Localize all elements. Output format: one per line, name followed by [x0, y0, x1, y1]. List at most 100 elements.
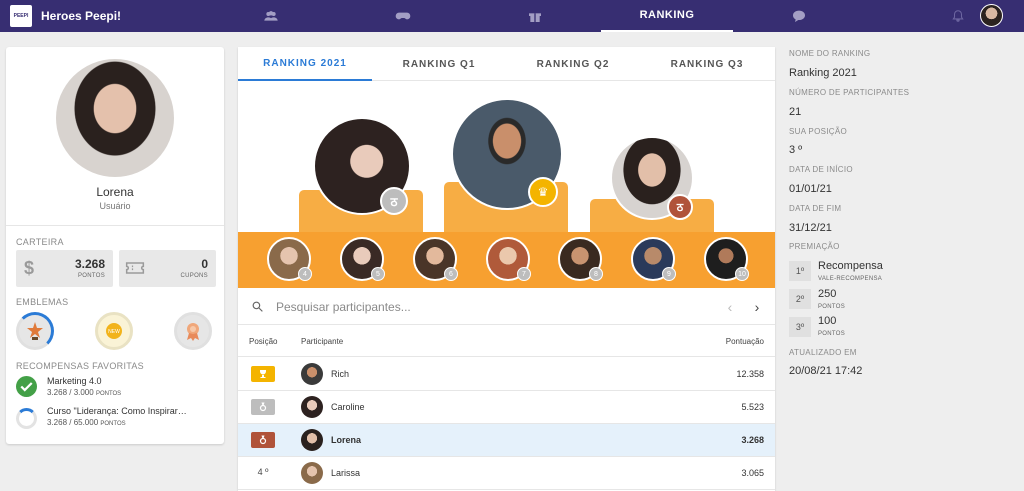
prize-title-3: 100 — [818, 315, 837, 327]
runner-avatar[interactable]: 4 — [267, 237, 312, 281]
emblems-label: EMBLEMAS — [16, 297, 69, 307]
profile-role: Usuário — [99, 201, 131, 211]
ranking-name-value: Ranking 2021 — [789, 67, 857, 79]
brand[interactable]: PEEPI Heroes Peepi! — [10, 5, 190, 27]
check-icon — [16, 376, 37, 397]
prize-place-2: 2º — [789, 289, 811, 309]
tab-ranking-q3[interactable]: RANKING Q3 — [640, 47, 774, 81]
gold-trophy-icon: ♛ — [528, 177, 558, 207]
prize-sub-3: PONTOS — [818, 331, 846, 337]
participants-label: NÚMERO DE PARTICIPANTES — [789, 88, 910, 97]
wallet-label: CARTEIRA — [16, 237, 64, 247]
participant-score: 3.268 — [741, 435, 764, 445]
nav-games[interactable] — [337, 0, 469, 32]
runner-avatar[interactable]: 9 — [631, 237, 676, 281]
fav-title-1[interactable]: Marketing 4.0 — [47, 376, 225, 386]
profile-card: Lorena Usuário CARTEIRA $ 3.268 PONTOS 0… — [6, 47, 224, 444]
position-value: 3 º — [789, 144, 803, 156]
coupons-unit: CUPONS — [180, 273, 208, 279]
fav-progress-2: 3.268 / 65.000 PONTOS — [47, 418, 126, 427]
participants-value: 21 — [789, 106, 802, 118]
position-number: 4 º — [257, 467, 269, 477]
table-header: Posição Participante Pontuação — [238, 326, 775, 357]
prize-title-2: 250 — [818, 288, 837, 300]
fav-progress-1: 3.268 / 3.000 PONTOS — [47, 388, 122, 397]
app-name: Heroes Peepi! — [41, 9, 122, 23]
bronze-medal-icon: ठ — [667, 194, 693, 220]
nav-chat[interactable] — [733, 0, 865, 32]
nav-rewards[interactable] — [469, 0, 601, 32]
runners-up-strip: 4 5 6 7 8 9 10 — [238, 232, 775, 288]
table-row[interactable]: Rich 12.358 — [238, 358, 775, 391]
ranking-name-label: NOME DO RANKING — [789, 49, 871, 58]
participant-name: Caroline — [331, 402, 365, 412]
table-row[interactable]: 4 º Larissa 3.065 — [238, 457, 775, 490]
prize-title-1: Recompensa — [818, 260, 883, 272]
start-date-value: 01/01/21 — [789, 183, 832, 195]
prize-place-3: 3º — [789, 317, 811, 337]
next-page-icon[interactable]: › — [748, 298, 766, 316]
nav-ranking[interactable]: RANKING — [601, 0, 733, 32]
divider — [6, 225, 224, 226]
trophy-emblem-icon — [27, 322, 43, 340]
emblem-rosette[interactable] — [174, 312, 212, 350]
end-date-value: 31/12/21 — [789, 222, 832, 234]
dollar-icon: $ — [24, 258, 35, 278]
ranking-card: RANKING 2021 RANKING Q1 RANKING Q2 RANKI… — [238, 47, 775, 491]
main-nav: RANKING — [205, 0, 865, 32]
participant-score: 12.358 — [736, 369, 764, 379]
runner-avatar[interactable]: 8 — [558, 237, 603, 281]
updated-label: ATUALIZADO EM — [789, 348, 857, 357]
table-row-current-user[interactable]: Lorena 3.268 — [238, 424, 775, 457]
position-label: SUA POSIÇÃO — [789, 127, 847, 136]
prev-page-icon[interactable]: ‹ — [721, 298, 739, 316]
participant-score: 3.065 — [741, 468, 764, 478]
tab-ranking-q1[interactable]: RANKING Q1 — [372, 47, 506, 81]
runner-avatar[interactable]: 7 — [486, 237, 531, 281]
coupons-value: 0 — [201, 257, 208, 271]
chat-icon — [793, 10, 805, 22]
emblem-trophy[interactable] — [16, 312, 54, 350]
prize-label: PREMIAÇÃO — [789, 242, 840, 251]
gamepad-icon — [395, 12, 411, 20]
search-input[interactable] — [276, 298, 696, 316]
end-date-label: DATA DE FIM — [789, 204, 842, 213]
profile-name: Lorena — [96, 185, 134, 199]
emblem-new[interactable]: NEW — [95, 312, 133, 350]
points-value: 3.268 — [74, 257, 105, 271]
tab-ranking-2021[interactable]: RANKING 2021 — [238, 47, 372, 81]
silver-medal-icon — [251, 399, 275, 415]
gift-icon — [529, 13, 541, 22]
favorites-label: RECOMPENSAS FAVORITAS — [16, 361, 144, 371]
start-date-label: DATA DE INÍCIO — [789, 165, 853, 174]
coupons-box: 0 CUPONS — [119, 250, 216, 287]
user-avatar[interactable] — [980, 4, 1003, 27]
prize-place-1: 1º — [789, 261, 811, 281]
participant-name: Larissa — [331, 468, 361, 478]
silver-medal-icon: ठ — [380, 187, 408, 215]
search-icon — [252, 301, 263, 312]
avatar — [301, 429, 323, 451]
participant-name: Lorena — [331, 435, 362, 445]
runner-avatar[interactable]: 6 — [413, 237, 458, 281]
prize-sub-2: PONTOS — [818, 304, 846, 310]
ranking-tabs: RANKING 2021 RANKING Q1 RANKING Q2 RANKI… — [238, 47, 775, 81]
points-box: $ 3.268 PONTOS — [16, 250, 113, 287]
table-row[interactable]: Caroline 5.523 — [238, 391, 775, 424]
nav-people[interactable] — [205, 0, 337, 32]
fav-title-2[interactable]: Curso "Liderança: Como Inspirar e Influe… — [47, 406, 187, 416]
avatar — [301, 396, 323, 418]
tab-ranking-q2[interactable]: RANKING Q2 — [506, 47, 640, 81]
runner-avatar[interactable]: 5 — [340, 237, 385, 281]
points-unit: PONTOS — [77, 273, 105, 279]
progress-ring-icon — [16, 408, 37, 429]
col-score: Pontuação — [725, 337, 764, 346]
participant-name: Rich — [331, 369, 350, 379]
people-icon — [264, 11, 278, 21]
runner-avatar[interactable]: 10 — [704, 237, 749, 281]
bell-icon[interactable] — [951, 8, 965, 24]
col-participant: Participante — [301, 337, 344, 346]
new-emblem-icon: NEW — [106, 323, 122, 339]
col-position: Posição — [249, 337, 278, 346]
search-bar: ‹ › — [238, 289, 775, 325]
